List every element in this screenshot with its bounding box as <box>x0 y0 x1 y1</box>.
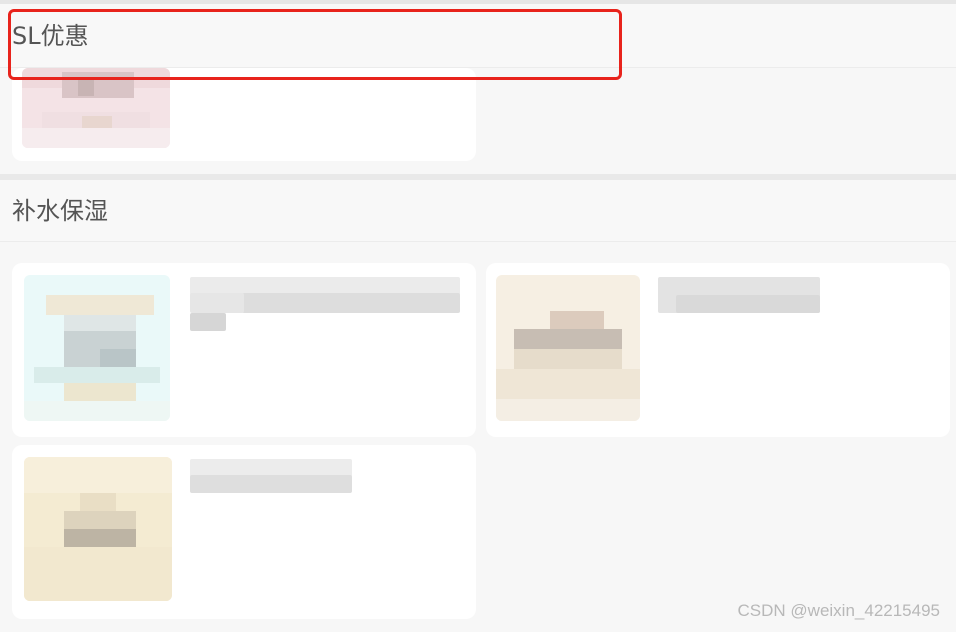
product-thumbnail[interactable] <box>496 275 640 421</box>
product-card[interactable] <box>486 263 950 437</box>
product-name-blurred <box>242 293 460 313</box>
product-card[interactable] <box>12 263 476 437</box>
product-thumbnail[interactable] <box>24 457 172 601</box>
section-header-sl-discount: SL优惠 <box>0 4 956 68</box>
product-card[interactable] <box>12 445 476 619</box>
section-header-hydrating: 补水保湿 <box>0 180 956 242</box>
product-name-blurred <box>190 293 244 313</box>
section-title: 补水保湿 <box>12 196 108 225</box>
product-name-blurred <box>190 475 352 493</box>
product-thumbnail[interactable] <box>24 275 170 421</box>
product-name-blurred <box>676 295 820 313</box>
section-title: SL优惠 <box>12 21 89 50</box>
product-category-page: SL优惠 补水保湿 CSDN @weixin_42215495 <box>0 0 956 632</box>
product-card[interactable] <box>12 68 476 161</box>
product-name-blurred <box>190 313 226 331</box>
watermark: CSDN @weixin_42215495 <box>737 601 940 620</box>
product-thumbnail[interactable] <box>22 68 170 148</box>
